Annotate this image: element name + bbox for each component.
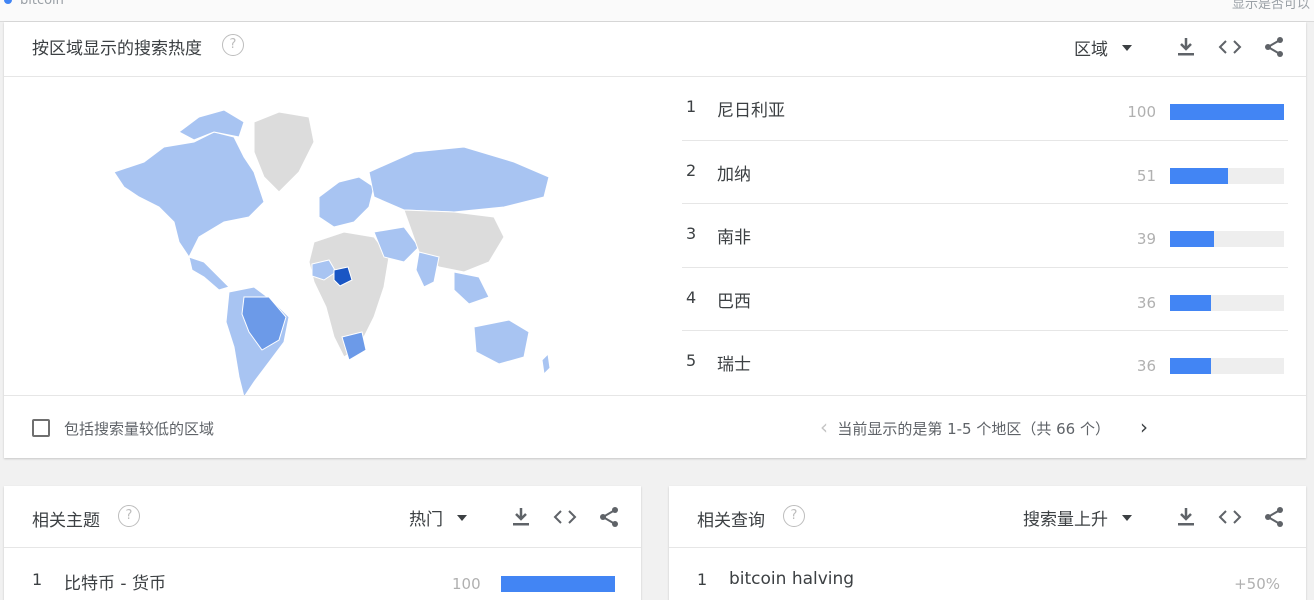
world-map[interactable] [104, 92, 564, 402]
region-row[interactable]: 1 尼日利亚 100 [682, 77, 1288, 141]
card-header: 相关主题 ? 热门 [4, 486, 641, 548]
embed-code-icon[interactable] [553, 505, 577, 529]
map-region-europe [318, 176, 375, 228]
pager-next-icon[interactable]: › [1140, 415, 1148, 439]
card-header: 相关查询 ? 搜索量上升 [669, 486, 1306, 548]
help-icon[interactable]: ? [118, 505, 140, 527]
region-value: 36 [1136, 357, 1156, 375]
topics-dropdown[interactable]: 热门 [409, 505, 467, 530]
region-name[interactable]: 尼日利亚 [717, 96, 785, 121]
card-tools: 搜索量上升 [1023, 502, 1286, 532]
share-icon[interactable] [1262, 505, 1286, 529]
queries-dropdown-label: 搜索量上升 [1023, 509, 1108, 530]
region-name[interactable]: 加纳 [717, 160, 751, 185]
region-rank: 4 [686, 287, 697, 307]
region-row[interactable]: 2 加纳 51 [682, 141, 1288, 204]
card-tools: 区域 [1074, 32, 1286, 62]
region-value: 51 [1136, 166, 1156, 185]
related-queries-card: 相关查询 ? 搜索量上升 1 bitcoin halving +50% [669, 486, 1306, 600]
region-bar-track [1170, 294, 1284, 311]
region-bar-track [1170, 358, 1284, 374]
region-rank: 3 [686, 224, 697, 243]
embed-code-icon[interactable] [1218, 505, 1242, 529]
region-dropdown-label: 区域 [1074, 39, 1108, 60]
region-bar-fill [1170, 167, 1229, 184]
download-icon[interactable] [1174, 35, 1198, 59]
search-term-label: bitcoin [20, 0, 64, 8]
queries-dropdown[interactable]: 搜索量上升 [1023, 505, 1132, 530]
region-bar-track [1170, 167, 1284, 184]
caret-down-icon [1122, 515, 1132, 521]
region-row[interactable]: 5 瑞士 36 [682, 331, 1288, 395]
region-rank: 5 [686, 351, 697, 370]
interest-by-region-card: 按区域显示的搜索热度 ? 区域 1 尼日利亚 100 2 加纳 51 3 南非 … [4, 22, 1306, 458]
low-volume-checkbox[interactable] [32, 419, 50, 437]
top-right-text: 显示是否可以 [1231, 0, 1310, 12]
region-row[interactable]: 4 巴西 36 [682, 268, 1288, 331]
map-region-central-america [188, 256, 230, 291]
region-rank: 2 [686, 160, 697, 180]
map-region-greenland [253, 111, 315, 193]
region-dropdown[interactable]: 区域 [1074, 35, 1132, 60]
region-value: 100 [1127, 103, 1156, 121]
map-region-north-america [113, 131, 265, 258]
card-title: 相关主题 [32, 511, 100, 531]
card-header: 按区域显示的搜索热度 ? 区域 [4, 22, 1306, 77]
caret-down-icon [457, 515, 467, 521]
help-icon[interactable]: ? [222, 34, 244, 56]
low-volume-checkbox-label[interactable]: 包括搜索量较低的区域 [64, 418, 214, 439]
region-row[interactable]: 3 南非 39 [682, 204, 1288, 268]
list-bar [501, 576, 615, 592]
top-strip: bitcoin 显示是否可以 [0, 0, 1314, 22]
download-icon[interactable] [509, 505, 533, 529]
list-value: 100 [452, 575, 481, 593]
region-list: 1 尼日利亚 100 2 加纳 51 3 南非 39 4 巴西 36 5 瑞士 … [682, 77, 1288, 395]
region-rank: 1 [686, 97, 697, 116]
list-item[interactable]: 1 比特币 - 货币 100 [4, 548, 641, 600]
list-name[interactable]: bitcoin halving [729, 569, 854, 589]
map-region-india [415, 251, 440, 288]
related-topics-card: 相关主题 ? 热门 1 比特币 - 货币 100 [4, 486, 641, 600]
map-region-australia [473, 319, 530, 365]
pager-text: 当前显示的是第 1-5 个地区（共 66 个） [837, 420, 1110, 438]
region-bar-fill [1170, 104, 1284, 120]
card-title: 按区域显示的搜索热度 [32, 39, 202, 59]
card-tools: 热门 [409, 502, 621, 532]
share-icon[interactable] [1262, 35, 1286, 59]
region-name[interactable]: 巴西 [717, 287, 751, 312]
region-bar-fill [1170, 294, 1212, 311]
region-bar-fill [1170, 231, 1215, 247]
card-title: 相关查询 [697, 511, 765, 531]
share-icon[interactable] [597, 505, 621, 529]
map-region-new-zealand [541, 352, 551, 376]
topics-dropdown-label: 热门 [409, 509, 443, 530]
list-rank: 1 [32, 570, 43, 589]
map-region-russia [368, 146, 550, 213]
region-name[interactable]: 南非 [717, 223, 751, 248]
region-bar-fill [1170, 358, 1212, 374]
list-rank: 1 [697, 570, 708, 589]
region-bar-track [1170, 104, 1284, 120]
pager-prev-icon[interactable]: ‹ [820, 415, 828, 439]
region-bar-track [1170, 231, 1284, 247]
region-value: 36 [1136, 293, 1156, 312]
list-value: +50% [1234, 575, 1280, 593]
region-value: 39 [1136, 230, 1156, 248]
card-footer: 包括搜索量较低的区域 ‹ 当前显示的是第 1-5 个地区（共 66 个） › [4, 395, 1306, 458]
download-icon[interactable] [1174, 505, 1198, 529]
help-icon[interactable]: ? [783, 505, 805, 527]
list-name[interactable]: 比特币 - 货币 [64, 569, 166, 594]
list-item[interactable]: 1 bitcoin halving +50% [669, 548, 1306, 600]
topic-color-dot [4, 0, 12, 4]
map-region-southeast-asia [453, 271, 490, 305]
embed-code-icon[interactable] [1218, 35, 1242, 59]
caret-down-icon [1122, 45, 1132, 51]
region-name[interactable]: 瑞士 [717, 350, 751, 375]
